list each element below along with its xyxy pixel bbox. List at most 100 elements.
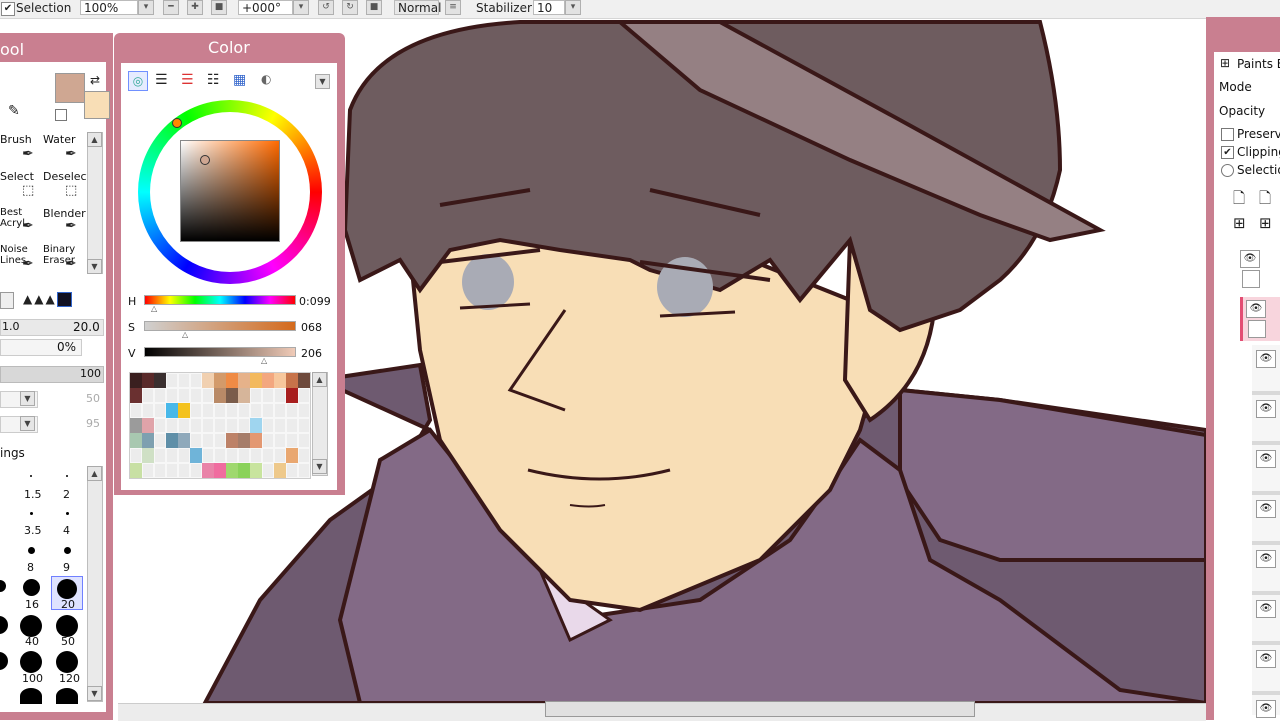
flip-canvas-icon[interactable]: ≡ (445, 0, 461, 15)
layer-visibility-eye-icon[interactable]: 👁 (1256, 500, 1276, 518)
brush-dot[interactable] (56, 688, 78, 704)
palette-swatch[interactable] (142, 388, 154, 403)
palette-scroll-up-icon[interactable]: ▲ (312, 372, 327, 387)
palette-swatch[interactable] (202, 418, 214, 433)
palette-swatch[interactable] (298, 373, 310, 388)
swap-colors-icon[interactable]: ⇄ (90, 73, 100, 87)
new-layer-icon[interactable]: 🗋 (1233, 188, 1245, 213)
palette-swatch[interactable] (166, 463, 178, 478)
eyedropper-icon[interactable]: ✎ (8, 103, 20, 119)
palette-swatch[interactable] (274, 448, 286, 463)
tool-scroll-down-icon[interactable]: ▼ (87, 259, 102, 274)
palette-swatch[interactable] (190, 433, 202, 448)
brush-shape-toggle[interactable] (0, 292, 14, 309)
palette-swatch[interactable] (214, 433, 226, 448)
palette-swatch[interactable] (178, 418, 190, 433)
tool-scroll-up-icon[interactable]: ▲ (87, 132, 102, 147)
brush-dot[interactable] (30, 512, 33, 515)
brush-dot[interactable] (56, 615, 78, 637)
tool-noise-lines[interactable]: Noise Lines (0, 244, 40, 266)
layer-visibility-eye-icon[interactable]: 👁 (1256, 700, 1276, 718)
palette-swatch[interactable] (202, 433, 214, 448)
palette-swatch[interactable] (286, 403, 298, 418)
palette-swatch[interactable] (142, 433, 154, 448)
hue-slider[interactable] (144, 295, 296, 305)
brush-dot[interactable] (28, 547, 35, 554)
palette-swatch[interactable] (274, 433, 286, 448)
palette-swatch[interactable] (226, 433, 238, 448)
tool-select[interactable]: Select (0, 170, 34, 183)
palette-swatch[interactable] (142, 448, 154, 463)
palette-swatch[interactable] (226, 388, 238, 403)
palette-swatch[interactable] (130, 418, 142, 433)
palette-swatch[interactable] (250, 448, 262, 463)
selection-source-radio[interactable] (1221, 164, 1234, 177)
palette-swatch[interactable] (214, 373, 226, 388)
palette-swatch[interactable] (166, 448, 178, 463)
palette-swatch[interactable] (238, 418, 250, 433)
layer-visibility-eye-icon[interactable]: 👁 (1240, 250, 1260, 268)
palette-swatch[interactable] (178, 433, 190, 448)
preserve-opacity-checkbox[interactable] (1221, 128, 1234, 141)
palette-swatch[interactable] (298, 433, 310, 448)
layer-visibility-eye-icon[interactable]: 👁 (1256, 600, 1276, 618)
palette-swatch[interactable] (262, 433, 274, 448)
palette-swatch[interactable] (238, 433, 250, 448)
palette-swatch[interactable] (286, 388, 298, 403)
palette-swatch[interactable] (226, 463, 238, 478)
palette-swatch[interactable] (178, 403, 190, 418)
layer-visibility-eye-icon[interactable]: 👁 (1246, 300, 1266, 318)
brush-dot[interactable] (23, 579, 40, 596)
palette-swatch[interactable] (298, 448, 310, 463)
brush-dot[interactable] (57, 579, 77, 599)
palette-swatch[interactable] (190, 403, 202, 418)
tool-deselect[interactable]: Deselect (43, 170, 91, 183)
palette-swatch[interactable] (130, 373, 142, 388)
palette-swatch[interactable] (154, 403, 166, 418)
palette-swatch[interactable] (190, 388, 202, 403)
palette-swatch[interactable] (166, 403, 178, 418)
saturation-value-square[interactable] (180, 140, 280, 242)
palette-swatch[interactable] (178, 463, 190, 478)
palette-swatch[interactable] (130, 448, 142, 463)
value-slider[interactable] (144, 347, 296, 357)
palette-swatch[interactable] (130, 463, 142, 478)
palette-swatch[interactable] (286, 448, 298, 463)
main-sub-color-swatch[interactable]: ⇄ (55, 73, 110, 127)
palette-swatch[interactable] (166, 373, 178, 388)
palette-swatch[interactable] (226, 448, 238, 463)
palette-swatch[interactable] (262, 448, 274, 463)
brush-shape-options[interactable]: ▲▲▲ (23, 292, 103, 308)
brush-dot[interactable] (0, 616, 8, 634)
rotate-reset-icon[interactable]: ■ (366, 0, 382, 15)
palette-swatch[interactable] (166, 418, 178, 433)
palette-swatch[interactable] (154, 448, 166, 463)
layer-visibility-eye-icon[interactable]: 👁 (1256, 550, 1276, 568)
palette-swatch[interactable] (202, 463, 214, 478)
palette-swatch[interactable] (130, 403, 142, 418)
zoom-dropdown-icon[interactable]: ▾ (138, 0, 154, 15)
palette-swatch[interactable] (262, 463, 274, 478)
sv-picker-handle[interactable] (200, 155, 210, 165)
palette-swatch[interactable] (262, 403, 274, 418)
new-folder-icon[interactable]: ⊞ (1233, 214, 1246, 232)
texture-dropdown-icon[interactable]: ▼ (20, 391, 35, 406)
blend-mode-select[interactable]: Normal (394, 0, 441, 15)
palette-swatch[interactable] (250, 388, 262, 403)
palette-swatch[interactable] (142, 403, 154, 418)
brush-dot[interactable] (64, 547, 71, 554)
tool-binary-eraser[interactable]: Binary Eraser (43, 244, 83, 266)
palette-swatch[interactable] (262, 373, 274, 388)
palette-swatch[interactable] (154, 433, 166, 448)
add-layer-icon[interactable]: ⊞ (1220, 56, 1230, 70)
value-slider-thumb[interactable]: △ (261, 356, 267, 365)
brush-dot[interactable] (0, 652, 8, 670)
palette-swatch[interactable] (274, 373, 286, 388)
palette-swatch[interactable] (250, 418, 262, 433)
clipping-group-checkbox[interactable]: ✔ (1221, 146, 1234, 159)
palette-swatch[interactable] (214, 403, 226, 418)
hsv-sliders-tab-icon[interactable]: ☰ (181, 72, 194, 88)
palette-swatch[interactable] (166, 388, 178, 403)
palette-swatch[interactable] (226, 403, 238, 418)
palette-swatch[interactable] (214, 448, 226, 463)
